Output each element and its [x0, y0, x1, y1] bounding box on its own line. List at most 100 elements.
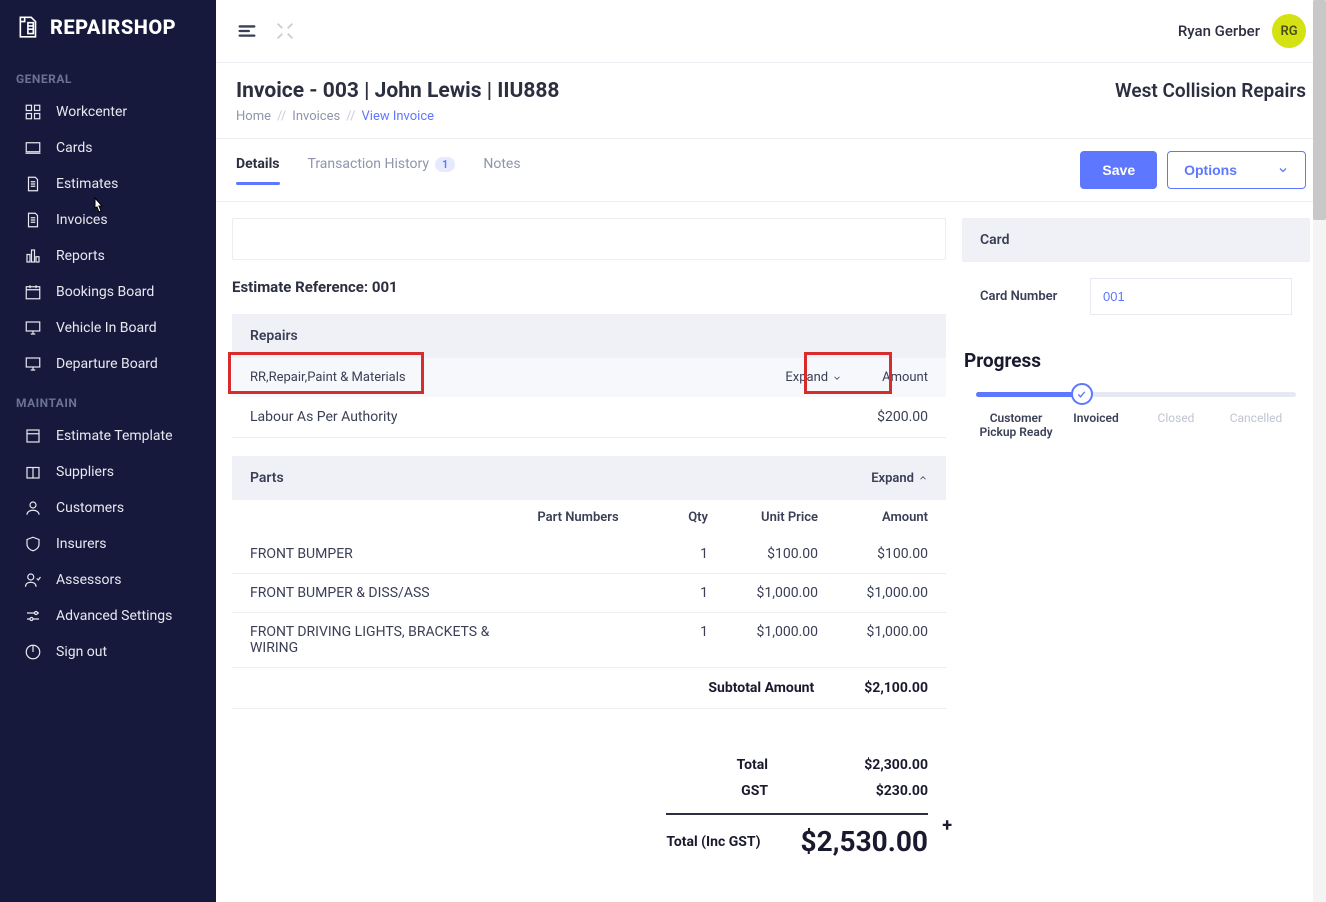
sidebar-item-label: Customers — [56, 500, 124, 516]
sidebar-item-label: Workcenter — [56, 104, 127, 120]
company-name: West Collision Repairs — [1115, 79, 1306, 102]
sidebar-item-insurers[interactable]: Insurers — [0, 526, 216, 562]
sidebar-item-label: Cards — [56, 140, 92, 156]
monitor-icon — [24, 355, 42, 373]
sidebar-item-label: Suppliers — [56, 464, 114, 480]
avatar[interactable]: RG — [1272, 14, 1306, 48]
tab-transaction-history[interactable]: Transaction History1 — [308, 156, 456, 184]
sidebar-item-label: Invoices — [56, 212, 108, 228]
expand-parts-button[interactable]: Expand — [871, 470, 928, 486]
monitor-icon — [24, 319, 42, 337]
save-button[interactable]: Save — [1080, 151, 1157, 189]
topbar: Ryan Gerber RG — [216, 0, 1326, 63]
sidebar-item-label: Reports — [56, 248, 105, 264]
sidebar-item-settings[interactable]: Advanced Settings — [0, 598, 216, 634]
breadcrumb-home[interactable]: Home — [236, 109, 271, 124]
repairs-subheader: RR,Repair,Paint & Materials Expand Amoun… — [232, 358, 946, 397]
sidebar-item-reports[interactable]: Reports — [0, 238, 216, 274]
sidebar-item-label: Sign out — [56, 644, 107, 660]
document-icon — [24, 175, 42, 193]
totals-block: Total$2,300.00 GST$230.00 Total (Inc GST… — [232, 757, 946, 858]
main-content: Ryan Gerber RG Invoice - 003 | John Lewi… — [216, 0, 1326, 902]
repair-row: Labour As Per Authority $200.00 — [232, 397, 946, 438]
bar-chart-icon — [24, 247, 42, 265]
sidebar-item-customers[interactable]: Customers — [0, 490, 216, 526]
progress-step: Cancelled — [1216, 411, 1296, 439]
calendar-icon — [24, 283, 42, 301]
sidebar-item-assessors[interactable]: Assessors — [0, 562, 216, 598]
sidebar-item-label: Estimates — [56, 176, 118, 192]
sidebar: REPAIRSHOP GENERAL Workcenter Cards Esti… — [0, 0, 216, 902]
expand-icon[interactable] — [274, 20, 296, 42]
sidebar-item-label: Advanced Settings — [56, 608, 172, 624]
brand-name: REPAIRSHOP — [50, 15, 176, 39]
sidebar-item-cards[interactable]: Cards — [0, 130, 216, 166]
sidebar-item-workcenter[interactable]: Workcenter — [0, 94, 216, 130]
chevron-up-icon — [918, 473, 928, 483]
tab-details[interactable]: Details — [236, 156, 280, 184]
parts-table-head: Part Numbers Qty Unit Price Amount — [232, 500, 946, 535]
logo[interactable]: REPAIRSHOP — [0, 14, 216, 58]
tab-notes[interactable]: Notes — [483, 156, 520, 184]
parts-subtotal: Subtotal Amount $2,100.00 — [232, 668, 946, 709]
shield-icon — [24, 535, 42, 553]
sidebar-item-estimates[interactable]: Estimates — [0, 166, 216, 202]
sidebar-item-label: Assessors — [56, 572, 121, 588]
sidebar-item-label: Departure Board — [56, 356, 158, 372]
progress-title: Progress — [962, 349, 1310, 372]
progress-step: Customer Pickup Ready — [976, 411, 1056, 439]
repairs-header: Repairs — [232, 314, 946, 358]
sidebar-section-general: GENERAL — [0, 58, 216, 94]
page-title: Invoice - 003 | John Lewis | IIU888 — [236, 79, 559, 103]
plus-icon[interactable]: + — [942, 815, 952, 836]
sidebar-item-departure[interactable]: Departure Board — [0, 346, 216, 382]
menu-toggle-icon[interactable] — [236, 20, 258, 42]
sidebar-item-suppliers[interactable]: Suppliers — [0, 454, 216, 490]
power-icon — [24, 643, 42, 661]
card-number-field[interactable] — [1090, 278, 1292, 315]
parts-header: Parts Expand — [232, 456, 946, 500]
template-icon — [24, 427, 42, 445]
progress-step: Closed — [1136, 411, 1216, 439]
options-button[interactable]: Options — [1167, 151, 1306, 189]
repairshop-logo-icon — [16, 14, 42, 40]
sidebar-item-invoices[interactable]: Invoices — [0, 202, 216, 238]
sliders-icon — [24, 607, 42, 625]
progress-marker — [1071, 383, 1093, 405]
card-panel-header: Card — [962, 218, 1310, 262]
sidebar-item-label: Insurers — [56, 536, 107, 552]
card-number-label: Card Number — [980, 289, 1070, 304]
progress-track — [976, 392, 1296, 397]
parts-row: FRONT BUMPER & DISS/ASS1$1,000.00$1,000.… — [232, 574, 946, 613]
history-count-badge: 1 — [435, 157, 455, 172]
sidebar-item-vehicle-in[interactable]: Vehicle In Board — [0, 310, 216, 346]
parts-row: FRONT BUMPER1$100.00$100.00 — [232, 535, 946, 574]
sidebar-item-label: Bookings Board — [56, 284, 154, 300]
spacer-panel — [232, 218, 946, 260]
parts-row: FRONT DRIVING LIGHTS, BRACKETS & WIRING1… — [232, 613, 946, 668]
sidebar-item-label: Vehicle In Board — [56, 320, 157, 336]
breadcrumb: Home // Invoices // View Invoice — [236, 109, 559, 124]
sidebar-item-bookings[interactable]: Bookings Board — [0, 274, 216, 310]
breadcrumb-invoices[interactable]: Invoices — [292, 109, 340, 124]
expand-repairs-button[interactable]: Expand — [785, 370, 842, 385]
user-icon — [24, 499, 42, 517]
amount-column-head: Amount — [882, 370, 928, 385]
repairs-sub-label: RR,Repair,Paint & Materials — [250, 370, 406, 385]
sidebar-item-signout[interactable]: Sign out — [0, 634, 216, 670]
box-icon — [24, 463, 42, 481]
estimate-reference: Estimate Reference: 001 — [232, 278, 946, 296]
scrollbar[interactable] — [1313, 0, 1326, 902]
sidebar-section-maintain: MAINTAIN — [0, 382, 216, 418]
grid-icon — [24, 103, 42, 121]
chevron-down-icon — [1277, 164, 1289, 176]
laptop-icon — [24, 139, 42, 157]
sidebar-item-estimate-template[interactable]: Estimate Template — [0, 418, 216, 454]
progress-panel: Progress Customer Pickup Ready Invoiced … — [962, 349, 1310, 439]
progress-fill — [976, 392, 1082, 397]
sidebar-item-label: Estimate Template — [56, 428, 173, 444]
document-icon — [24, 211, 42, 229]
user-name[interactable]: Ryan Gerber — [1178, 22, 1260, 40]
progress-step: Invoiced — [1056, 411, 1136, 439]
chevron-down-icon — [832, 373, 842, 383]
